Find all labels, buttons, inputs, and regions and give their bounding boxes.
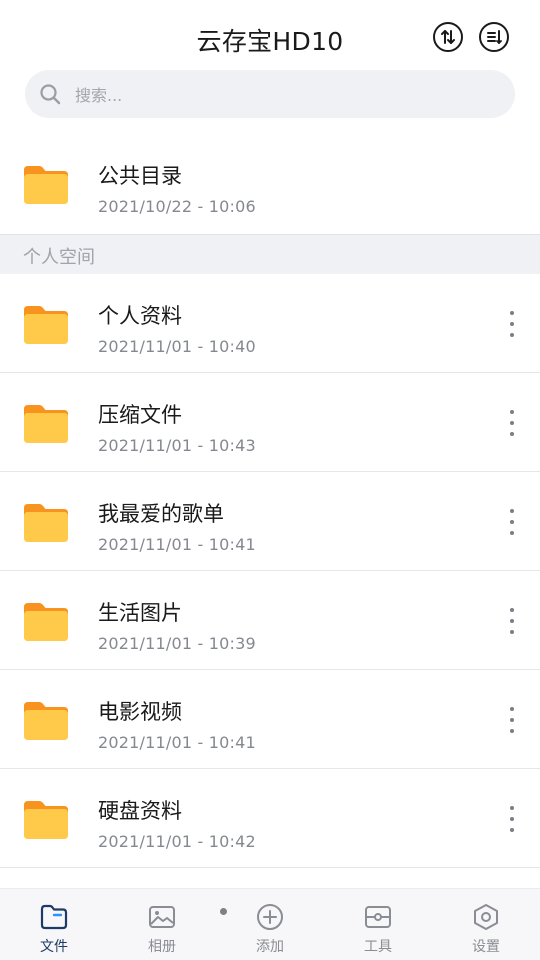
- folder-icon: [24, 702, 68, 740]
- folder-name: 压缩文件: [98, 403, 182, 427]
- folder-icon: [24, 801, 68, 839]
- public-folder-row[interactable]: 公共目录 2021/10/22 - 10:06: [0, 134, 540, 233]
- nav-label: 设置: [472, 939, 500, 955]
- folder-row[interactable]: 我最爱的歌单 2021/11/01 - 10:41: [0, 472, 540, 571]
- folder-icon: [24, 166, 68, 204]
- folder-date: 2021/11/01 - 10:41: [98, 733, 256, 752]
- search-input[interactable]: 搜索...: [25, 70, 515, 118]
- more-options-icon[interactable]: [502, 704, 522, 736]
- folder-name: 生活图片: [98, 601, 182, 625]
- folder-date: 2021/11/01 - 10:40: [98, 337, 256, 356]
- folder-name: 电影视频: [98, 700, 182, 724]
- folder-row[interactable]: 硬盘资料 2021/11/01 - 10:42: [0, 769, 540, 868]
- row-divider: [0, 867, 540, 868]
- more-options-icon[interactable]: [502, 506, 522, 538]
- folder-date: 2021/11/01 - 10:42: [98, 832, 256, 851]
- photo-icon: [149, 906, 175, 928]
- search-placeholder: 搜索...: [75, 86, 123, 105]
- top-bar: 云存宝HD10: [0, 0, 540, 66]
- sort-icon[interactable]: [479, 22, 509, 52]
- add-circle-icon: [257, 904, 283, 930]
- nav-settings[interactable]: 设置: [432, 889, 540, 960]
- nav-label: 相册: [148, 939, 176, 955]
- section-label: 个人空间: [23, 247, 95, 268]
- folder-icon: [24, 306, 68, 344]
- nav-photos[interactable]: 相册: [108, 889, 216, 960]
- folder-row[interactable]: 个人资料 2021/11/01 - 10:40: [0, 274, 540, 373]
- settings-hexagon-icon: [474, 904, 498, 930]
- folder-icon: [40, 904, 68, 930]
- folder-row[interactable]: 压缩文件 2021/11/01 - 10:43: [0, 373, 540, 472]
- nav-files[interactable]: 文件: [0, 889, 108, 960]
- bottom-nav: 文件 相册 添加 工具 设置: [0, 888, 540, 960]
- nav-label: 文件: [40, 939, 68, 955]
- more-options-icon[interactable]: [502, 605, 522, 637]
- folder-icon: [24, 405, 68, 443]
- nav-label: 添加: [256, 939, 284, 955]
- folder-date: 2021/11/01 - 10:43: [98, 436, 256, 455]
- folder-date: 2021/11/01 - 10:39: [98, 634, 256, 653]
- search-icon: [40, 84, 61, 105]
- folder-date: 2021/11/01 - 10:41: [98, 535, 256, 554]
- transfer-arrows-icon[interactable]: [433, 22, 463, 52]
- folder-name: 硬盘资料: [98, 799, 182, 823]
- nav-tools[interactable]: 工具: [324, 889, 432, 960]
- more-options-icon[interactable]: [502, 308, 522, 340]
- more-options-icon[interactable]: [502, 407, 522, 439]
- folder-name: 公共目录: [98, 164, 182, 188]
- toolbox-icon: [365, 906, 391, 928]
- more-options-icon[interactable]: [502, 803, 522, 835]
- folder-row[interactable]: 电影视频 2021/11/01 - 10:41: [0, 670, 540, 769]
- folder-name: 我最爱的歌单: [98, 502, 224, 526]
- section-header: 个人空间: [0, 234, 540, 274]
- folder-row[interactable]: 生活图片 2021/11/01 - 10:39: [0, 571, 540, 670]
- folder-date: 2021/10/22 - 10:06: [98, 197, 256, 216]
- app-screen: 云存宝HD10 搜索... 公共目录 2021/10/22 - 10:06 个人…: [0, 0, 540, 960]
- nav-label: 工具: [364, 939, 392, 955]
- nav-add[interactable]: 添加: [216, 889, 324, 960]
- folder-icon: [24, 603, 68, 641]
- folder-icon: [24, 504, 68, 542]
- folder-name: 个人资料: [98, 304, 182, 328]
